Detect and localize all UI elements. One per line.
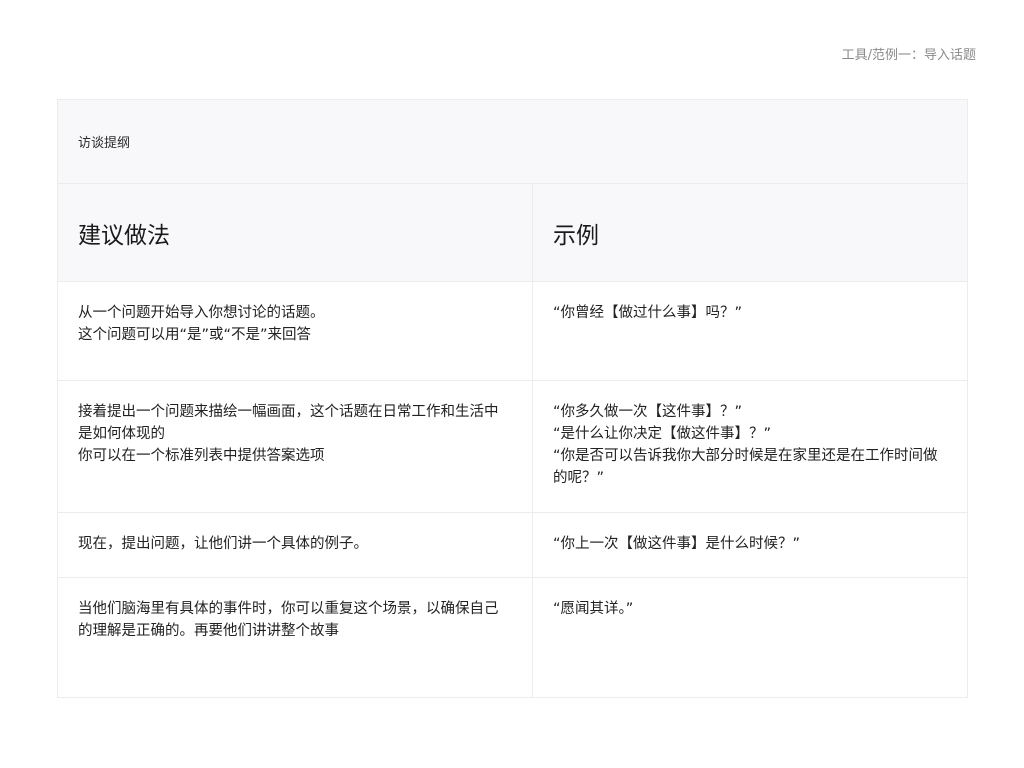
breadcrumb: 工具/范例一：导入话题	[841, 48, 976, 63]
practice-cell: 当他们脑海里有具体的事件时，你可以重复这个场景，以确保自己的理解是正确的。再要他…	[58, 578, 533, 697]
example-cell: “你上一次【做这件事】是什么时候？”	[533, 513, 967, 577]
table-header-row: 建议做法 示例	[58, 184, 967, 282]
practice-cell: 接着提出一个问题来描绘一幅画面，这个话题在日常工作和生活中是如何体现的 你可以在…	[58, 381, 533, 512]
practice-cell: 从一个问题开始导入你想讨论的话题。 这个问题可以用“是”或“不是”来回答	[58, 282, 533, 380]
example-text: “愿闻其详。”	[553, 601, 634, 617]
practice-cell: 现在，提出问题，让他们讲一个具体的例子。	[58, 513, 533, 577]
practice-text: 当他们脑海里有具体的事件时，你可以重复这个场景，以确保自己的理解是正确的。再要他…	[78, 601, 499, 639]
column-header-example: 示例	[553, 222, 599, 249]
practice-text: 从一个问题开始导入你想讨论的话题。	[78, 305, 325, 321]
practice-text: 接着提出一个问题来描绘一幅画面，这个话题在日常工作和生活中是如何体现的	[78, 404, 499, 442]
example-text: “你上一次【做这件事】是什么时候？”	[553, 536, 801, 552]
practice-text: 你可以在一个标准列表中提供答案选项	[78, 448, 325, 464]
table-row: 现在，提出问题，让他们讲一个具体的例子。 “你上一次【做这件事】是什么时候？”	[58, 513, 967, 578]
example-text: “你曾经【做过什么事】吗？”	[553, 305, 743, 321]
example-cell: “你多久做一次【这件事】？” “是什么让你决定【做这件事】？” “你是否可以告诉…	[533, 381, 967, 512]
practice-text: 这个问题可以用“是”或“不是”来回答	[78, 327, 312, 343]
table-title: 访谈提纲	[58, 100, 967, 184]
table-row: 从一个问题开始导入你想讨论的话题。 这个问题可以用“是”或“不是”来回答 “你曾…	[58, 282, 967, 381]
table-row: 当他们脑海里有具体的事件时，你可以重复这个场景，以确保自己的理解是正确的。再要他…	[58, 578, 967, 697]
interview-outline-table: 访谈提纲 建议做法 示例 从一个问题开始导入你想讨论的话题。 这个问题可以用“是…	[57, 99, 968, 698]
example-cell: “愿闻其详。”	[533, 578, 967, 697]
example-cell: “你曾经【做过什么事】吗？”	[533, 282, 967, 380]
example-text: “你是否可以告诉我你大部分时候是在家里还是在工作时间做的呢？”	[553, 448, 938, 486]
practice-text: 现在，提出问题，让他们讲一个具体的例子。	[78, 536, 368, 552]
example-text: “你多久做一次【这件事】？”	[553, 404, 743, 420]
example-text: “是什么让你决定【做这件事】？”	[553, 426, 772, 442]
table-row: 接着提出一个问题来描绘一幅画面，这个话题在日常工作和生活中是如何体现的 你可以在…	[58, 381, 967, 513]
column-header-practice: 建议做法	[58, 184, 533, 281]
